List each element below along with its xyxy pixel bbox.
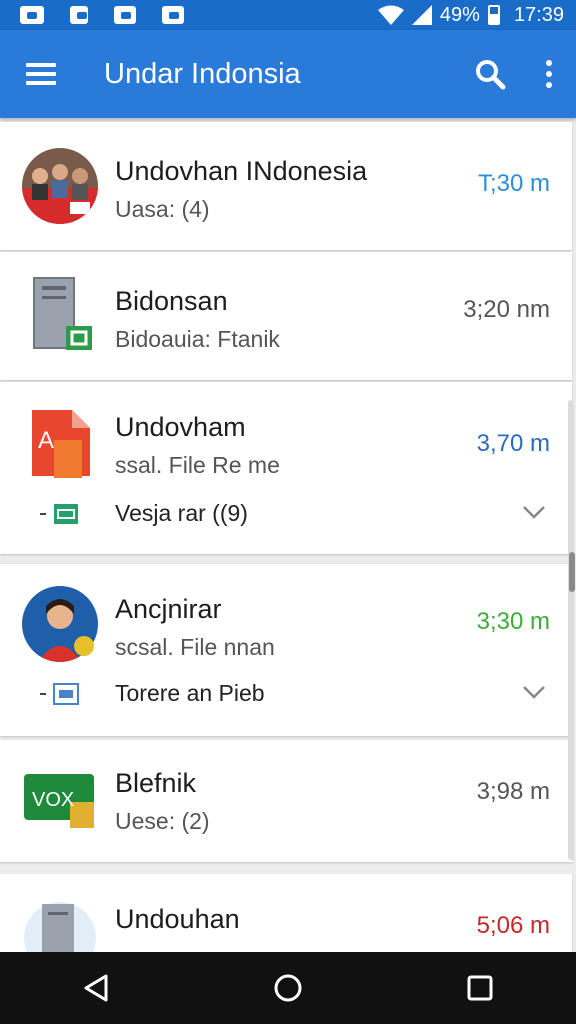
scrollbar-thumb[interactable] [569,552,575,592]
item-time: 3;98 m [476,778,550,805]
item-time: 3;20 nm [463,296,550,323]
attachment-row[interactable]: Torere an Pieb [0,676,572,716]
list-item[interactable]: Ancjnirar scsal. File nnan 3;30 m Torere… [0,564,572,736]
item-subtitle: Uasa: (4) [115,196,210,222]
item-title: Undovham [115,412,246,442]
item-time: 3;30 m [476,608,550,635]
app-bar: Undar Indonsia [0,30,576,118]
battery-percent: 49% [439,3,480,26]
wifi-icon [377,5,404,25]
list-item[interactable]: A Undovham ssal. File Re me 3,70 m Vesja… [0,382,572,554]
item-time: 3,70 m [476,430,550,457]
recents-icon[interactable] [460,968,500,1008]
file-notification-icon [70,6,88,24]
clock: 17:39 [513,3,564,26]
item-title: Bidonsan [115,286,228,316]
group-photo-avatar [22,148,98,224]
item-title: Blefnik [115,768,197,798]
back-icon[interactable] [76,968,116,1008]
item-subtitle: ssal. File Re me [115,452,280,478]
signal-icon [411,5,432,25]
document-a-icon: A [32,410,90,478]
sim-notification-icon [114,6,136,24]
more-vert-icon[interactable] [546,60,554,88]
item-subtitle: Bidoauia: Ftanik [115,326,280,352]
image-notification-icon [20,6,44,24]
scrollbar-track[interactable] [568,400,574,860]
attachment-row[interactable]: Vesja rar ((9) [0,496,572,536]
page-title: Undar Indonsia [104,57,301,90]
item-time: T;30 m [477,170,550,197]
svg-text:A: A [38,427,54,454]
list-item[interactable]: VOX Blefnik Uese: (2) 3;98 m [0,740,572,862]
item-subtitle: scsal. File nnan [115,634,275,660]
item-time: 5;06 m [476,912,550,939]
calendar-notification-icon [162,6,184,24]
status-bar: 49% 17:39 [0,0,576,30]
list-item[interactable]: Bidonsan Bidoauia: Ftanik 3;20 nm [0,252,572,380]
attachment-label: Torere an Pieb [115,680,265,706]
chevron-down-icon[interactable] [522,684,546,700]
attachment-label: Vesja rar ((9) [115,500,248,526]
green-file-icon [40,504,78,524]
item-title: Undovhan INdonesia [115,156,368,186]
list-item[interactable]: Undouhan 5;06 m [0,874,572,952]
search-icon[interactable] [474,58,506,90]
item-title: Undouhan [115,904,240,934]
server-file-icon [33,277,92,350]
item-subtitle: Uese: (2) [115,808,210,834]
home-icon[interactable] [268,968,308,1008]
chevron-down-icon[interactable] [522,504,546,520]
vox-label: VOX [32,789,74,811]
item-title: Ancjnirar [115,594,222,624]
vox-folder-icon: VOX [24,774,94,828]
list-item[interactable]: Undovhan INdonesia Uasa: (4) T;30 m [0,122,572,250]
server-file-icon [24,902,96,952]
battery-icon [487,5,500,25]
menu-icon[interactable] [26,63,56,85]
navigation-bar [0,952,576,1024]
blue-file-icon [40,683,79,705]
person-photo-avatar [22,586,98,662]
